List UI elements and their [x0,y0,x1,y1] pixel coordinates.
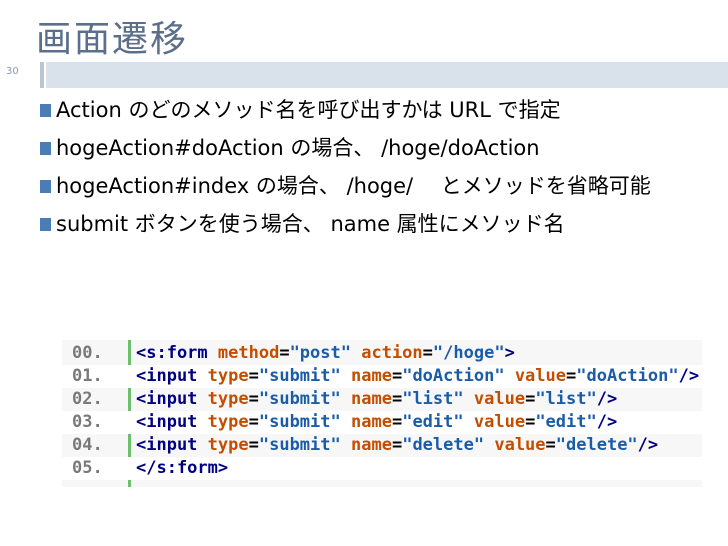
bullet-text: submit ボタンを使う場合、 name 属性にメソッド名 [56,212,565,236]
header-band [46,62,728,88]
code-line: 01. <input type="submit" name="doAction" … [62,365,702,388]
code-block: 00. <s:form method="post" action="/hoge">… [62,340,702,487]
slide-number: 30 [6,66,19,77]
code-line-number: 04. [72,435,103,455]
code-line: 02. <input type="submit" name="list" valu… [62,388,702,411]
square-bullet-icon [40,180,51,193]
code-line-source: <input type="submit" name="edit" value="… [136,412,618,432]
bullet-item: hogeAction#index の場合、 /hoge/ とメソッドを省略可能 [20,170,720,202]
square-bullet-icon [40,104,51,117]
bullet-text: hogeAction#doAction の場合、 /hoge/doAction [56,136,540,160]
code-line-number: 05. [72,458,103,478]
code-line-number: 02. [72,389,103,409]
code-line-source: <input type="submit" name="list" value="… [136,389,618,409]
bullet-item: submit ボタンを使う場合、 name 属性にメソッド名 [20,208,720,240]
code-line: 05. </s:form> [62,457,702,480]
code-line-source: </s:form> [136,458,229,478]
code-line-number: 01. [72,366,103,386]
code-line-source: <s:form method="post" action="/hoge"> [136,343,515,363]
code-line: 00. <s:form method="post" action="/hoge"> [62,342,702,365]
bullet-item: hogeAction#doAction の場合、 /hoge/doAction [20,132,720,164]
bullet-text: Action のどのメソッド名を呼び出すかは URL で指定 [56,98,561,122]
code-line: 03. <input type="submit" name="edit" valu… [62,411,702,434]
bullet-item: Action のどのメソッド名を呼び出すかは URL で指定 [20,94,720,126]
square-bullet-icon [40,142,51,155]
header-band-separator [40,62,44,88]
slide-title: 画面遷移 [36,19,189,60]
code-line-source: <input type="submit" name="delete" value… [136,435,659,455]
code-line: 04. <input type="submit" name="delete" va… [62,434,702,457]
bullet-list: Action のどのメソッド名を呼び出すかは URL で指定 hogeActio… [20,94,720,246]
bullet-text: hogeAction#index の場合、 /hoge/ とメソッドを省略可能 [56,174,651,198]
square-bullet-icon [40,218,51,231]
code-line-number: 03. [72,412,103,432]
code-line-source: <input type="submit" name="doAction" val… [136,366,700,386]
code-line-number: 00. [72,343,103,363]
